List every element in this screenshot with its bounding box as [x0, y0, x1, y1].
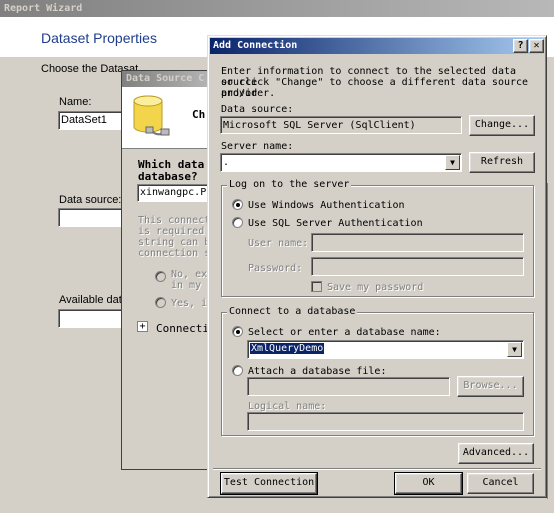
name-label: Name:: [59, 96, 92, 108]
data-source-label: Data source:: [221, 104, 294, 115]
sql-auth-label: Use SQL Server Authentication: [248, 218, 423, 229]
wizard-heading: Dataset Properties: [41, 30, 157, 46]
connect-db-legend: Connect to a database: [227, 306, 358, 317]
wizard-title-bar: Report Wizard: [0, 0, 554, 17]
dsc-desc-4: connection st: [138, 248, 217, 259]
wizard-right-edge: [547, 183, 554, 499]
database-name-dropdown[interactable]: XmlQueryDemo ▼: [247, 340, 524, 359]
attach-db-label: Attach a database file:: [248, 366, 387, 377]
database-icon: [133, 95, 170, 136]
data-source-label: Data source:: [59, 194, 122, 206]
save-password-label: Save my password: [327, 282, 424, 293]
advanced-button[interactable]: Advanced...: [458, 443, 534, 464]
help-button[interactable]: ?: [513, 39, 528, 53]
server-name-dropdown[interactable]: . ▼: [220, 153, 462, 172]
windows-auth-radio[interactable]: [232, 199, 243, 210]
attach-db-radio[interactable]: [232, 365, 243, 376]
refresh-button[interactable]: Refresh: [469, 152, 535, 173]
separator: [213, 468, 541, 470]
save-password-checkbox[interactable]: [311, 281, 322, 292]
available-data-input[interactable]: [58, 309, 124, 328]
add-connection-title-bar: Add Connection: [210, 38, 544, 54]
password-input[interactable]: [311, 257, 524, 276]
logical-name-input[interactable]: [247, 412, 524, 431]
test-connection-button[interactable]: Test Connection: [220, 472, 318, 495]
expand-connection-toggle[interactable]: +: [137, 321, 148, 332]
server-name-label: Server name:: [221, 141, 294, 152]
add-connection-title: Add Connection: [213, 40, 298, 51]
dsc-desc-2: is required t: [138, 226, 217, 237]
password-label: Password:: [248, 263, 303, 274]
sql-auth-radio[interactable]: [232, 217, 243, 228]
chevron-down-icon[interactable]: ▼: [445, 155, 460, 170]
dsc-header-title: Ch: [192, 108, 206, 121]
dsc-desc-3: string can be: [138, 237, 217, 248]
intro-line-3: provider.: [221, 88, 276, 99]
change-button[interactable]: Change...: [469, 115, 535, 136]
logon-legend: Log on to the server: [227, 179, 352, 190]
dsc-question-line2: database?: [138, 170, 198, 183]
dsc-title-bar: Data Source C: [122, 71, 216, 87]
name-input[interactable]: DataSet1: [58, 111, 124, 130]
select-db-radio[interactable]: [232, 326, 243, 337]
data-source-field: Microsoft SQL Server (SqlClient): [220, 116, 462, 134]
windows-auth-label: Use Windows Authentication: [248, 200, 405, 211]
browse-button[interactable]: Browse...: [457, 376, 524, 397]
close-icon[interactable]: ✕: [529, 39, 544, 53]
dsc-desc-1: This connecti: [138, 215, 217, 226]
logical-name-label: Logical name:: [248, 401, 327, 412]
user-name-label: User name:: [248, 238, 309, 249]
dsc-title: Data Source C: [126, 73, 205, 84]
dsc-option-no-radio[interactable]: [155, 271, 166, 282]
dsc-option-yes-radio[interactable]: [155, 297, 166, 308]
available-data-label: Available data: [59, 294, 128, 306]
attach-db-input[interactable]: [247, 377, 450, 396]
user-name-input[interactable]: [311, 233, 524, 252]
data-source-input[interactable]: [58, 208, 124, 227]
dsc-server-dropdown[interactable]: xinwangpc.Pho: [137, 184, 218, 202]
ok-button[interactable]: OK: [394, 472, 463, 495]
wizard-title: Report Wizard: [4, 3, 83, 14]
select-db-label: Select or enter a database name:: [248, 327, 441, 338]
chevron-down-icon[interactable]: ▼: [507, 342, 522, 357]
cancel-button[interactable]: Cancel: [467, 473, 534, 494]
